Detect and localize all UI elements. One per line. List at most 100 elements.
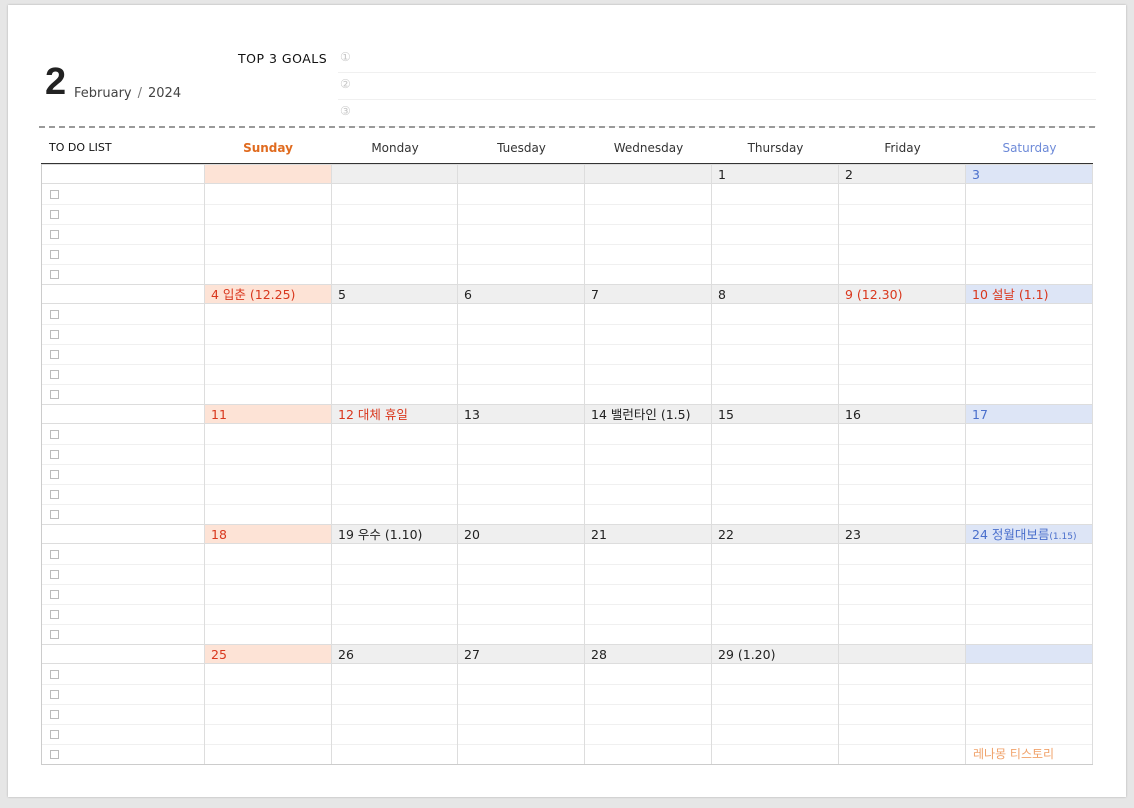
day-cell-thursday[interactable]: 1 [712,164,839,284]
day-cell-sunday[interactable]: 25 [205,644,332,764]
ruled-line [332,364,457,365]
day-cell-wednesday[interactable]: 21 [585,524,712,644]
day-header-friday: Friday [884,141,921,155]
todo-checkbox[interactable] [50,570,59,579]
day-cell-wednesday[interactable]: 28 [585,644,712,764]
todo-checkbox[interactable] [50,710,59,719]
todo-checkbox[interactable] [50,630,59,639]
day-cell-tuesday[interactable]: 6 [458,284,585,404]
day-cell-thursday[interactable]: 22 [712,524,839,644]
day-cell-friday[interactable] [839,644,966,764]
goal-line-1[interactable]: ① [338,45,1096,73]
todo-checkbox[interactable] [50,330,59,339]
ruled-line [458,504,584,505]
todo-date-bar [42,644,204,664]
day-cell-thursday[interactable]: 15 [712,404,839,524]
ruled-line [712,724,838,725]
ruled-line [585,464,711,465]
ruled-line [332,344,457,345]
day-cell-sunday[interactable]: 4 입춘 (12.25) [205,284,332,404]
day-cell-monday[interactable]: 5 [332,284,458,404]
day-cell-wednesday[interactable]: 14 밸런타인 (1.5) [585,404,712,524]
ruled-line [839,504,965,505]
todo-checkbox[interactable] [50,370,59,379]
todo-checkbox[interactable] [50,310,59,319]
ruled-line [205,684,331,685]
ruled-line [839,204,965,205]
ruled-line [966,484,1092,485]
ruled-line [839,244,965,245]
goal-line-3[interactable]: ③ [338,99,1096,127]
ruled-line [332,324,457,325]
ruled-line [712,704,838,705]
todo-checkbox[interactable] [50,610,59,619]
todo-checkbox[interactable] [50,510,59,519]
day-cell-saturday[interactable]: 17 [966,404,1093,524]
day-cell-thursday[interactable]: 29 (1.20) [712,644,839,764]
day-cell-sunday[interactable] [205,164,332,284]
day-cell-monday[interactable]: 12 대체 휴일 [332,404,458,524]
todo-checkbox[interactable] [50,250,59,259]
ruled-line [42,344,204,345]
date-label: 16 [839,404,965,424]
day-cell-monday[interactable]: 19 우수 (1.10) [332,524,458,644]
day-cell-sunday[interactable]: 11 [205,404,332,524]
day-header-thursday: Thursday [747,141,804,155]
ruled-line [839,564,965,565]
todo-checkbox[interactable] [50,450,59,459]
ruled-line [966,604,1092,605]
todo-checkbox[interactable] [50,190,59,199]
ruled-line [458,564,584,565]
day-cell-saturday[interactable]: 3 [966,164,1093,284]
day-cell-sunday[interactable]: 18 [205,524,332,644]
day-cell-monday[interactable]: 26 [332,644,458,764]
day-cell-tuesday[interactable]: 27 [458,644,585,764]
date-label [458,164,584,184]
date-label: 8 [712,284,838,304]
todo-checkbox[interactable] [50,390,59,399]
day-cell-monday[interactable] [332,164,458,284]
ruled-line [712,504,838,505]
todo-checkbox[interactable] [50,670,59,679]
todo-checkbox[interactable] [50,490,59,499]
todo-checkbox[interactable] [50,750,59,759]
todo-checkbox[interactable] [50,690,59,699]
todo-checkbox[interactable] [50,350,59,359]
ruled-line [205,444,331,445]
ruled-line [712,604,838,605]
ruled-line [585,584,711,585]
ruled-line [585,624,711,625]
todo-checkbox[interactable] [50,590,59,599]
todo-checkbox[interactable] [50,550,59,559]
day-cell-friday[interactable]: 2 [839,164,966,284]
ruled-line [712,684,838,685]
day-cell-friday[interactable]: 9 (12.30) [839,284,966,404]
todo-checkbox[interactable] [50,270,59,279]
day-cell-saturday[interactable]: 24 정월대보름(1.15) [966,524,1093,644]
brand-watermark: 레나몽 티스토리 [973,747,1055,761]
todo-checkbox[interactable] [50,470,59,479]
day-cell-tuesday[interactable]: 13 [458,404,585,524]
ruled-line [712,364,838,365]
day-cell-thursday[interactable]: 8 [712,284,839,404]
date-label [839,644,965,664]
day-cell-saturday[interactable]: 10 설날 (1.1) [966,284,1093,404]
day-cell-wednesday[interactable] [585,164,712,284]
ruled-line [585,684,711,685]
day-cell-tuesday[interactable]: 20 [458,524,585,644]
goal-line-2[interactable]: ② [338,72,1096,100]
todo-checkbox[interactable] [50,730,59,739]
day-cell-friday[interactable]: 16 [839,404,966,524]
ruled-line [205,604,331,605]
ruled-line [966,464,1092,465]
ruled-line [585,444,711,445]
ruled-line [458,324,584,325]
todo-checkbox[interactable] [50,210,59,219]
todo-checkbox[interactable] [50,230,59,239]
day-cell-tuesday[interactable] [458,164,585,284]
day-header-wednesday: Wednesday [613,141,684,155]
day-cell-wednesday[interactable]: 7 [585,284,712,404]
todo-checkbox[interactable] [50,430,59,439]
day-cell-friday[interactable]: 23 [839,524,966,644]
ruled-line [585,344,711,345]
